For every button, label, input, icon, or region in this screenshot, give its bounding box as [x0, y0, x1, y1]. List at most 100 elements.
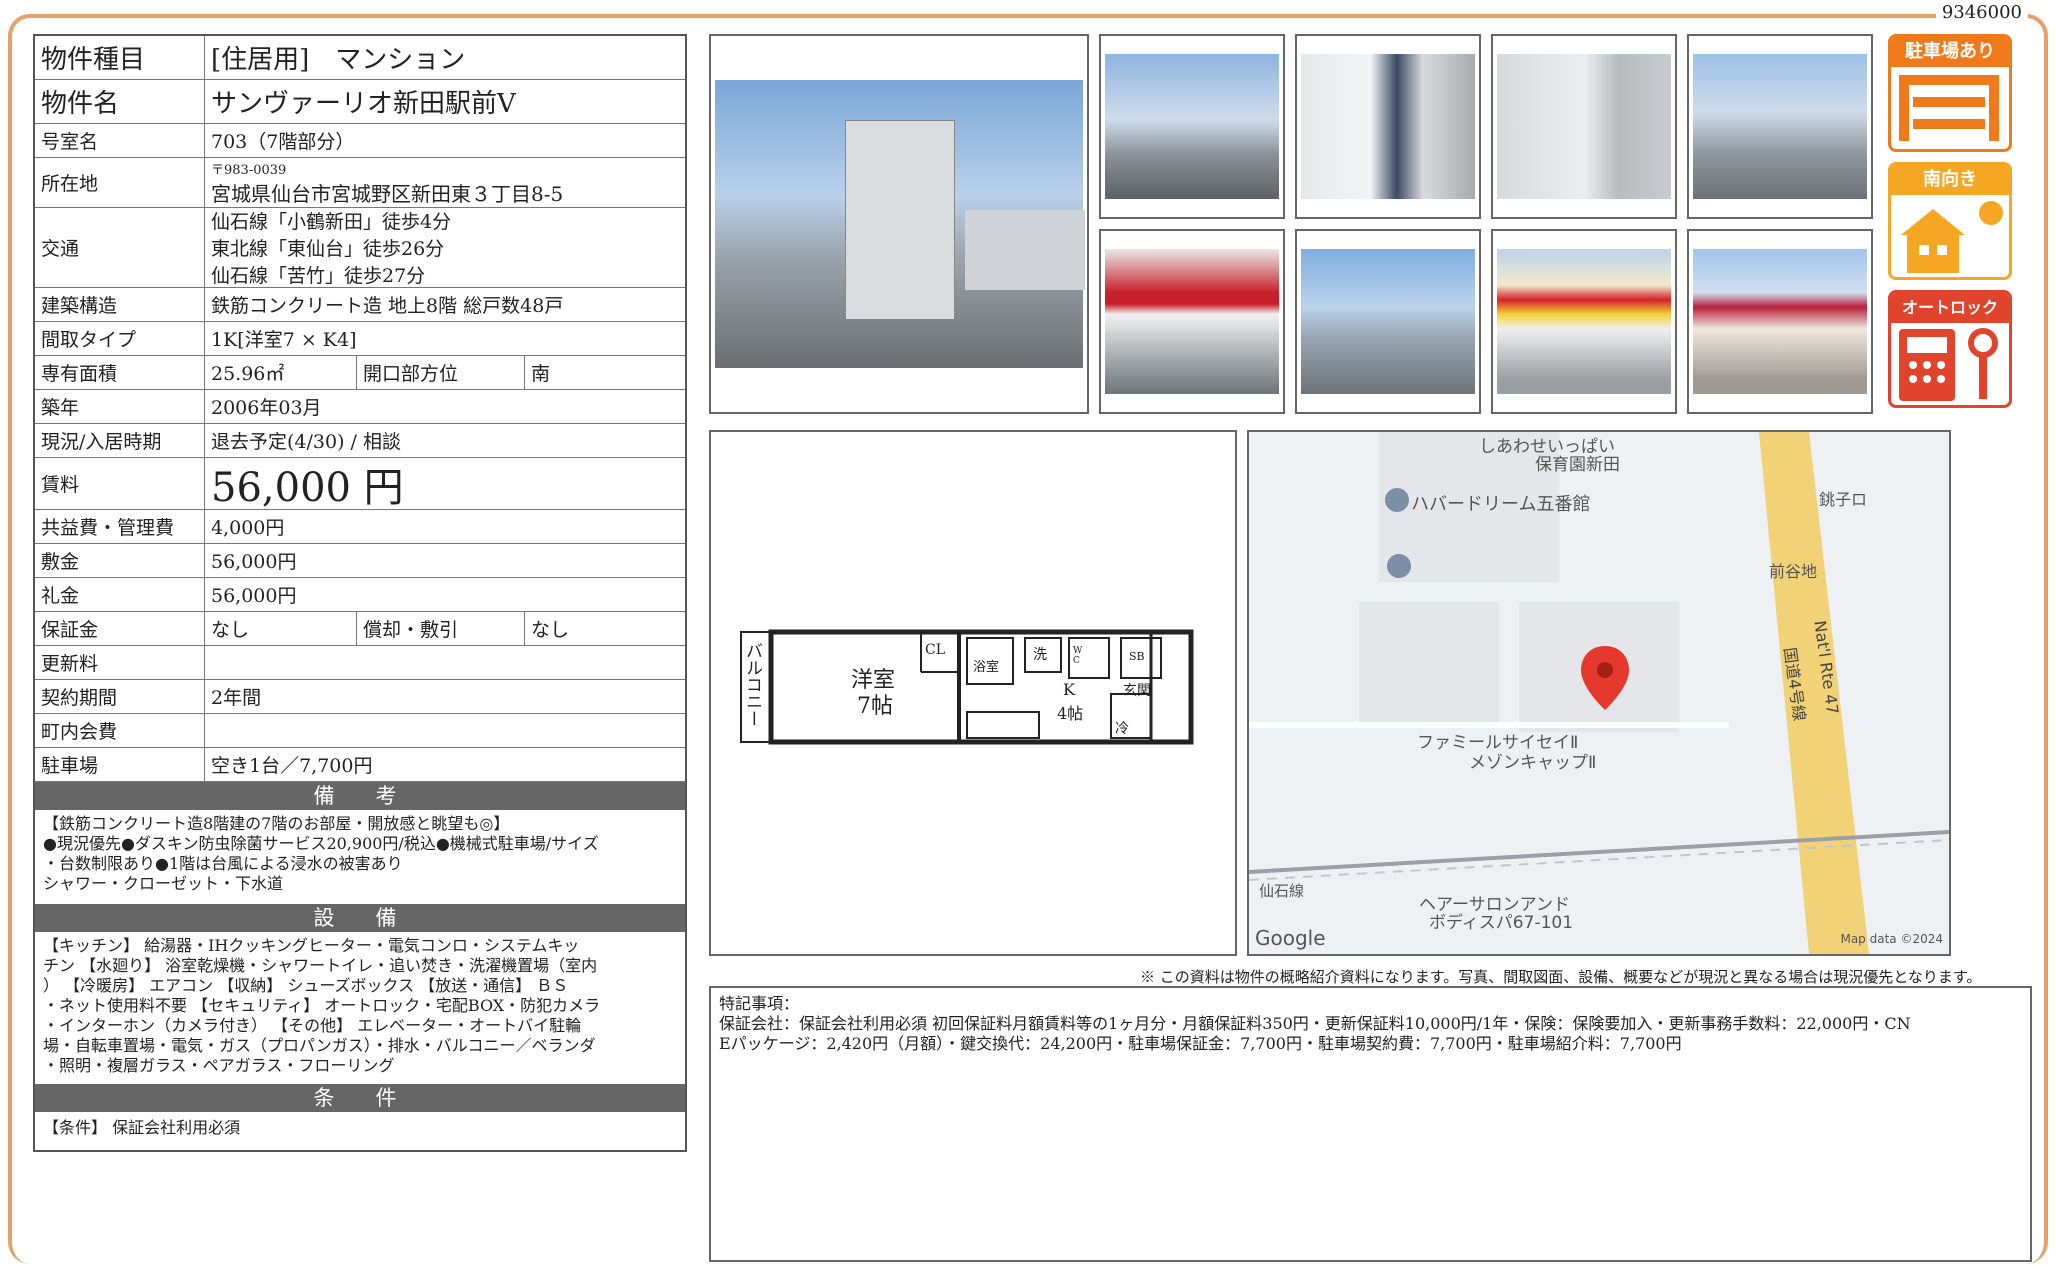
- fee-label: 共益費・管理費: [35, 510, 205, 543]
- fp-kitchen-size: 4帖: [1057, 704, 1084, 723]
- fp-fridge-label: 冷: [1115, 721, 1129, 737]
- access-value: 仙石線「小鶴新田」徒歩4分 東北線「東仙台」徒歩26分 仙石線「苦竹」徒歩27分: [205, 208, 685, 287]
- access-label: 交通: [35, 208, 205, 287]
- term-label: 契約期間: [35, 680, 205, 713]
- fp-shoebox-label: SB: [1129, 650, 1145, 663]
- bikou-heading: 備 考: [35, 782, 685, 810]
- neighbor-building-shape: [965, 210, 1085, 290]
- location-map[interactable]: しあわせいっぱい 保育園新田 ハバードリーム五番館 銚子ロ 前谷地 Nat'l …: [1247, 430, 1951, 956]
- bikou-line: ●現況優先●ダスキン防虫除菌サービス20,900円/税込●機械式駐車場/サイズ: [43, 834, 599, 853]
- row-layout: 間取タイプ 1K[洋室7 × K4]: [35, 322, 685, 356]
- row-structure: 建築構造 鉄筋コンクリート造 地上8階 総戸数48戸: [35, 288, 685, 322]
- map-label-hairsalon-2: ボディスパ67-101: [1429, 913, 1574, 933]
- row-term: 契約期間 2年間: [35, 680, 685, 714]
- thumbnail-photo-6[interactable]: [1295, 229, 1481, 414]
- room-value: 703（7階部分）: [211, 131, 355, 153]
- deposit-label: 敷金: [35, 544, 205, 577]
- fp-closet-label: CL: [925, 642, 946, 658]
- fp-balcony-label: バルコニー: [742, 642, 762, 727]
- thumbnail-photo-2[interactable]: [1295, 34, 1481, 219]
- postal-code: 〒983-0039: [211, 162, 287, 178]
- map-label-senseki: 仙石線: [1259, 882, 1305, 900]
- row-parking: 駐車場 空き1台／7,700円: [35, 748, 685, 782]
- row-address: 所在地 〒983-0039 宮城県仙台市宮城野区新田東３丁目8-5: [35, 158, 685, 208]
- setsubi-line: ） 【冷暖房】 エアコン 【収納】 シューズボックス 【放送・通信】 ＢＳ: [43, 976, 569, 995]
- bikou-line: 【鉄筋コンクリート造8階建の7階のお部屋・開放感と眺望も◎】: [43, 814, 510, 833]
- photo-image: [1497, 249, 1671, 394]
- map-label-maisoncap: メゾンキャップⅡ: [1469, 753, 1597, 773]
- floor-plan[interactable]: バルコニー 洋室 7帖 CL 浴室 洗 W C SB 玄関 K 4帖 冷: [709, 430, 1237, 956]
- setsubi-line: ・インターホン（カメラ付き） 【その他】 エレベーター・オートバイ駐輪: [43, 1016, 582, 1035]
- parking-icon: [1899, 75, 1999, 141]
- direction-label: 開口部方位: [357, 356, 525, 389]
- floor-plan-drawing: [740, 629, 1194, 745]
- row-type: 物件種目 [住居用] マンション: [35, 36, 685, 80]
- thumbnail-photo-7[interactable]: [1491, 229, 1677, 414]
- structure-label: 建築構造: [35, 288, 205, 321]
- thumbnail-photo-3[interactable]: [1491, 34, 1677, 219]
- guarantee-label: 保証金: [35, 612, 205, 645]
- thumbnail-photo-1[interactable]: [1099, 34, 1285, 219]
- parking-label: 駐車場: [35, 748, 205, 781]
- intercom-key-icon: [1899, 328, 1998, 401]
- name-value: サンヴァーリオ新田駅前Ⅴ: [211, 89, 516, 119]
- amort-label: 償却・敷引: [357, 612, 525, 645]
- setsubi-line: 場・自転車置場・電気・ガス（プロパンガス）・排水・バルコニー／ベランダ: [43, 1036, 596, 1055]
- access-line: 仙石線「苦竹」徒歩27分: [211, 265, 426, 287]
- layout-value: 1K[洋室7 × K4]: [211, 329, 357, 351]
- type-value: [住居用] マンション: [211, 45, 466, 75]
- jouken-heading: 条 件: [35, 1084, 685, 1112]
- document-id: 9346000: [1935, 0, 2028, 25]
- fp-wc-label: W C: [1073, 646, 1083, 666]
- fp-kitchen-label: K: [1063, 680, 1075, 699]
- map-label-nursery-2: 保育園新田: [1535, 455, 1620, 475]
- map-drawing: [1249, 432, 1949, 954]
- term-value: 2年間: [211, 687, 262, 709]
- special-remarks: 特記事項： 保証会社：保証会社利用必須 初回保証料月額賃料等の1ヶ月分・月額保証…: [709, 986, 2032, 1262]
- photo-image: [1301, 249, 1475, 394]
- feature-auto-lock: オートロック: [1888, 290, 2012, 408]
- row-room: 号室名 703（7階部分）: [35, 124, 685, 158]
- row-area: 専有面積 25.96㎡ 開口部方位 南: [35, 356, 685, 390]
- remarks-line: 保証会社：保証会社利用必須 初回保証料月額賃料等の1ヶ月分・月額保証料350円・…: [719, 1014, 1911, 1033]
- thumbnail-photo-4[interactable]: [1687, 34, 1873, 219]
- direction-value: 南: [531, 363, 551, 385]
- rent-value: 56,000 円: [211, 464, 404, 511]
- photo-image: [1301, 54, 1475, 199]
- type-label: 物件種目: [35, 36, 205, 79]
- status-value: 退去予定(4/30) / 相談: [211, 431, 401, 453]
- building-shape: [845, 120, 955, 320]
- address-value: 〒983-0039 宮城県仙台市宮城野区新田東３丁目8-5: [205, 158, 685, 207]
- address-label: 所在地: [35, 158, 205, 207]
- row-rent: 賃料 56,000 円: [35, 458, 685, 511]
- fp-washer-label: 洗: [1033, 647, 1047, 663]
- room-label: 号室名: [35, 124, 205, 157]
- layout-label: 間取タイプ: [35, 322, 205, 355]
- map-data-credit: Map data ©2024: [1840, 932, 1943, 946]
- guarantee-value: なし: [205, 612, 357, 645]
- area-label: 専有面積: [35, 356, 205, 389]
- photo-image: [1497, 54, 1671, 199]
- fp-entrance-label: 玄関: [1123, 683, 1151, 699]
- remarks-line: Eパッケージ：2,420円（月額）・鍵交換代：24,200円・駐車場保証金：7,…: [719, 1034, 1682, 1053]
- google-logo: Google: [1255, 926, 1326, 950]
- map-label-maeyachi: 前谷地: [1769, 562, 1818, 581]
- house-sun-icon: [1901, 201, 2003, 273]
- photo-image: [1693, 249, 1867, 394]
- remarks-title: 特記事項：: [719, 994, 800, 1013]
- setsubi-heading: 設 備: [35, 904, 685, 932]
- renew-value: [205, 646, 685, 679]
- disclaimer-note: ※ この資料は物件の概略紹介資料になります。写真、間取図面、設備、概要などが現況…: [1140, 968, 1982, 986]
- feature-label: オートロック: [1891, 293, 2009, 323]
- row-built: 築年 2006年03月: [35, 390, 685, 424]
- row-deposit: 敷金 56,000円: [35, 544, 685, 578]
- thumbnail-photo-8[interactable]: [1687, 229, 1873, 414]
- feature-label: 南向き: [1891, 165, 2009, 195]
- access-line: 東北線「東仙台」徒歩26分: [211, 238, 445, 260]
- structure-value: 鉄筋コンクリート造 地上8階 総戸数48戸: [211, 295, 564, 317]
- main-building-photo[interactable]: [709, 34, 1089, 414]
- key-money-label: 礼金: [35, 578, 205, 611]
- thumbnail-photo-5[interactable]: [1099, 229, 1285, 414]
- feature-parking: 駐車場あり: [1888, 34, 2012, 152]
- bikou-line: シャワー・クローゼット・下水道: [43, 874, 284, 893]
